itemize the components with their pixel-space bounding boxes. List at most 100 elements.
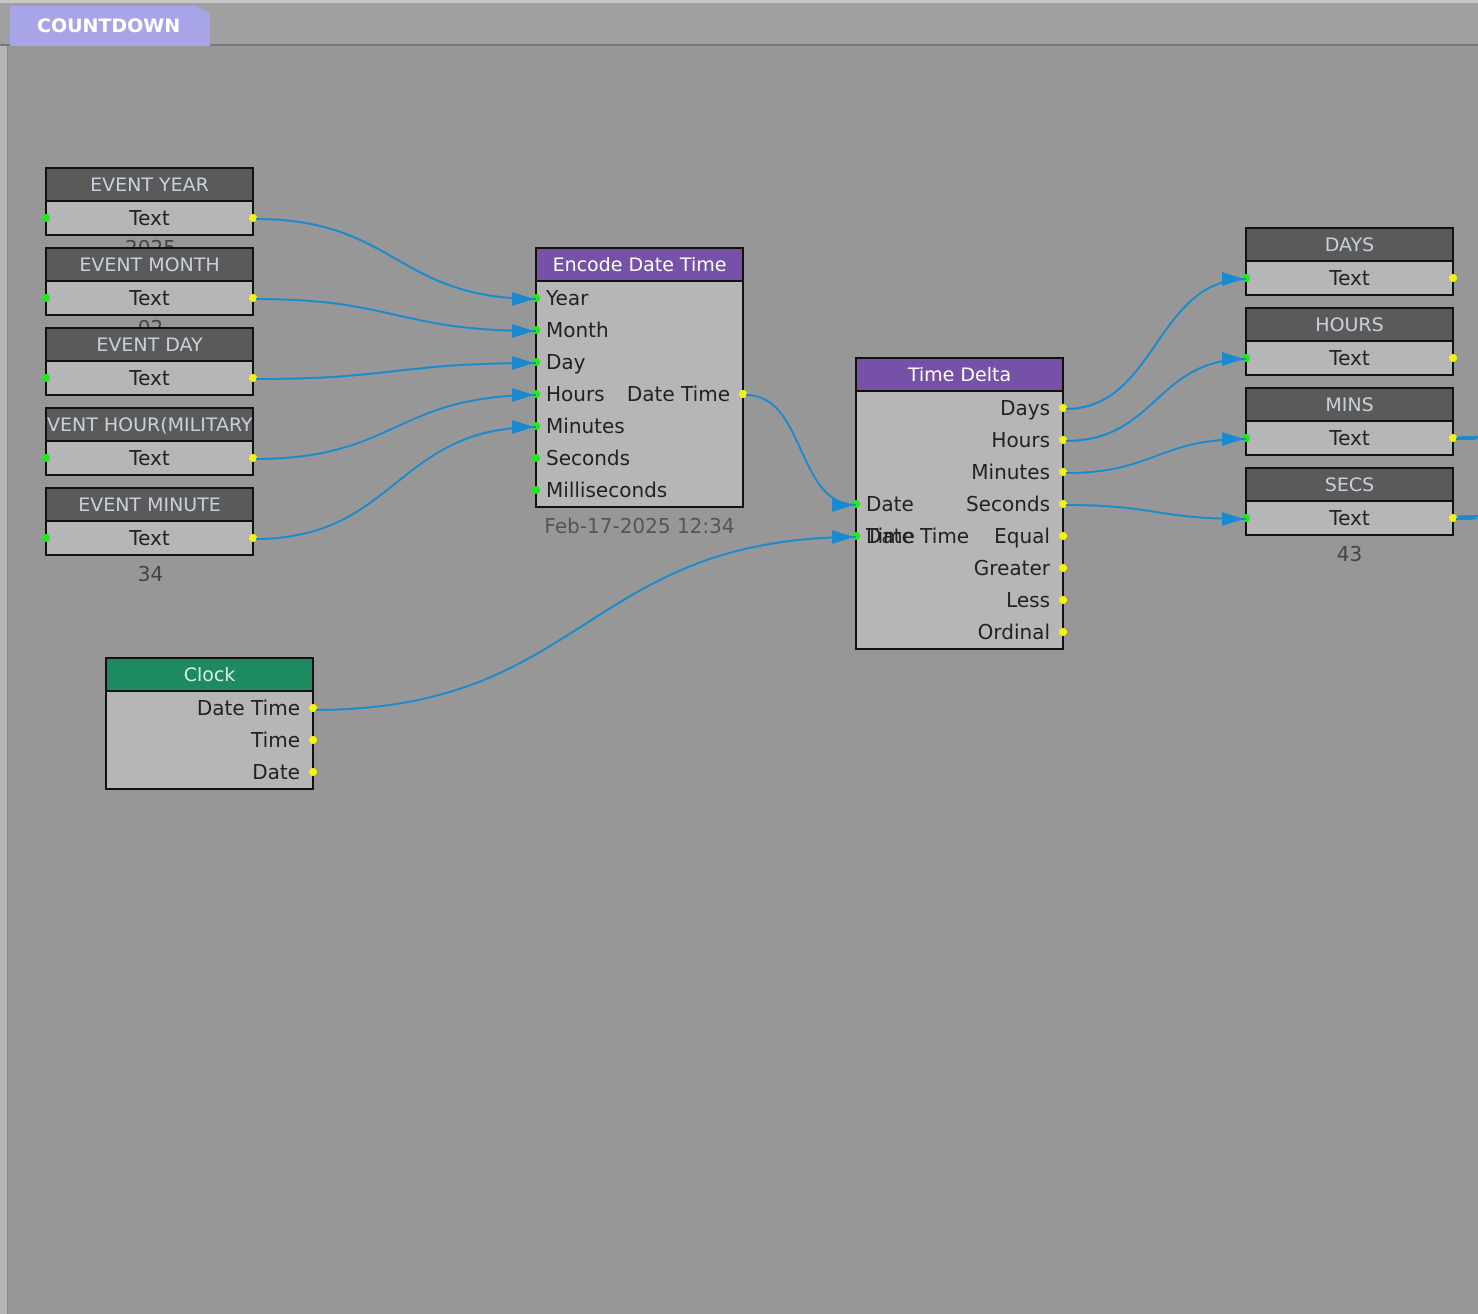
port-label: Greater — [973, 556, 1050, 580]
output-port[interactable] — [249, 374, 257, 382]
output-port[interactable] — [249, 454, 257, 462]
wire-arrow-icon — [512, 420, 534, 434]
wire — [255, 298, 537, 332]
input-port[interactable] — [42, 374, 50, 382]
port-label: Minutes — [546, 414, 625, 438]
output-port[interactable] — [1059, 596, 1067, 604]
row-label: Text — [129, 366, 170, 390]
input-port[interactable] — [532, 294, 540, 302]
input-port[interactable] — [852, 500, 860, 508]
input-port[interactable] — [532, 358, 540, 366]
input-port[interactable] — [42, 534, 50, 542]
node-hours[interactable]: HOURS Text — [1242, 307, 1457, 376]
output-port[interactable] — [1059, 500, 1067, 508]
node-event-day[interactable]: EVENT DAY Text — [42, 327, 257, 396]
output-port[interactable] — [739, 390, 747, 398]
input-port[interactable] — [532, 454, 540, 462]
port-label: Seconds — [965, 492, 1050, 516]
node-title: EVENT MINUTE — [47, 489, 252, 522]
left-border — [0, 0, 8, 1314]
tab-countdown[interactable]: COUNTDOWN — [10, 6, 210, 46]
input-port[interactable] — [852, 532, 860, 540]
output-port[interactable] — [1449, 434, 1457, 442]
node-event-minute[interactable]: EVENT MINUTE Text — [42, 487, 257, 556]
row-label: Text — [129, 526, 170, 550]
output-port[interactable] — [1449, 354, 1457, 362]
row-label: Text — [1329, 426, 1370, 450]
wire — [1065, 438, 1247, 474]
node-title: SECS — [1247, 469, 1452, 502]
node-days[interactable]: DAYS Text — [1242, 227, 1457, 296]
input-port[interactable] — [42, 454, 50, 462]
input-port[interactable] — [1242, 434, 1250, 442]
output-port[interactable] — [309, 736, 317, 744]
port-label: Date — [252, 760, 300, 784]
node-title: DAYS — [1247, 229, 1452, 262]
output-port[interactable] — [1059, 564, 1067, 572]
node-title: EVENT MONTH — [47, 249, 252, 282]
output-port[interactable] — [1059, 532, 1067, 540]
wire — [255, 426, 537, 540]
node-clock[interactable]: Clock Date Time Time Date — [105, 657, 317, 790]
port-label: Day — [546, 350, 586, 374]
node-title: EVENT DAY — [47, 329, 252, 362]
output-port[interactable] — [1449, 514, 1457, 522]
wire — [1455, 436, 1478, 440]
port-label: Date Time — [196, 696, 300, 720]
input-port[interactable] — [42, 294, 50, 302]
input-port[interactable] — [42, 214, 50, 222]
node-time-delta[interactable]: Time Delta Days Hours Minutes Date Time S… — [852, 357, 1067, 650]
node-title: Clock — [107, 659, 312, 692]
port-label: Equal — [994, 524, 1050, 548]
node-mins[interactable]: MINS Text — [1242, 387, 1457, 456]
wire-arrow-icon — [512, 356, 534, 370]
output-port[interactable] — [249, 214, 257, 222]
port-label: Time — [251, 728, 300, 752]
node-encode-date-time[interactable]: Encode Date Time Year Month Day Hours Dat… — [532, 247, 747, 508]
input-port[interactable] — [532, 326, 540, 334]
wire — [255, 394, 537, 460]
port-label: Date Time — [866, 524, 970, 548]
port-label: Minutes — [971, 460, 1050, 484]
input-port[interactable] — [1242, 514, 1250, 522]
input-port[interactable] — [532, 390, 540, 398]
output-port[interactable] — [1059, 404, 1067, 412]
port-label: Days — [1000, 396, 1050, 420]
output-port[interactable] — [1449, 274, 1457, 282]
port-label: Date Time — [866, 492, 915, 548]
port-label: Less — [1006, 588, 1050, 612]
tab-bar — [0, 0, 1478, 46]
node-title: Time Delta — [857, 359, 1062, 392]
wire — [255, 218, 537, 300]
secs-value: 43 — [1336, 542, 1363, 566]
output-port[interactable] — [309, 704, 317, 712]
node-secs[interactable]: SECS Text — [1242, 467, 1457, 536]
node-event-year[interactable]: EVENT YEAR Text — [42, 167, 257, 236]
input-port[interactable] — [1242, 274, 1250, 282]
node-title: EVENT YEAR — [47, 169, 252, 202]
input-port[interactable] — [1242, 354, 1250, 362]
port-label: Date Time — [626, 382, 730, 406]
wire-arrow-icon — [512, 292, 534, 306]
output-port[interactable] — [1059, 436, 1067, 444]
port-label: Seconds — [546, 446, 631, 470]
output-port[interactable] — [1059, 468, 1067, 476]
node-title: Encode Date Time — [537, 249, 742, 282]
node-title: VENT HOUR(MILITARY — [47, 409, 252, 442]
wire-arrow-icon — [1222, 512, 1244, 526]
event-minute-value: 34 — [137, 562, 164, 586]
row-label: Text — [129, 206, 170, 230]
node-event-hour[interactable]: VENT HOUR(MILITARY Text — [42, 407, 257, 476]
output-port[interactable] — [249, 534, 257, 542]
wire-arrow-icon — [512, 388, 534, 402]
output-port[interactable] — [309, 768, 317, 776]
input-port[interactable] — [532, 422, 540, 430]
wire-arrow-icon — [832, 498, 854, 512]
wire-arrow-icon — [832, 530, 854, 544]
node-event-month[interactable]: EVENT MONTH Text — [42, 247, 257, 316]
output-port[interactable] — [249, 294, 257, 302]
wire-arrow-icon — [1222, 272, 1244, 286]
output-port[interactable] — [1059, 628, 1067, 636]
input-port[interactable] — [532, 486, 540, 494]
wire — [255, 362, 537, 380]
